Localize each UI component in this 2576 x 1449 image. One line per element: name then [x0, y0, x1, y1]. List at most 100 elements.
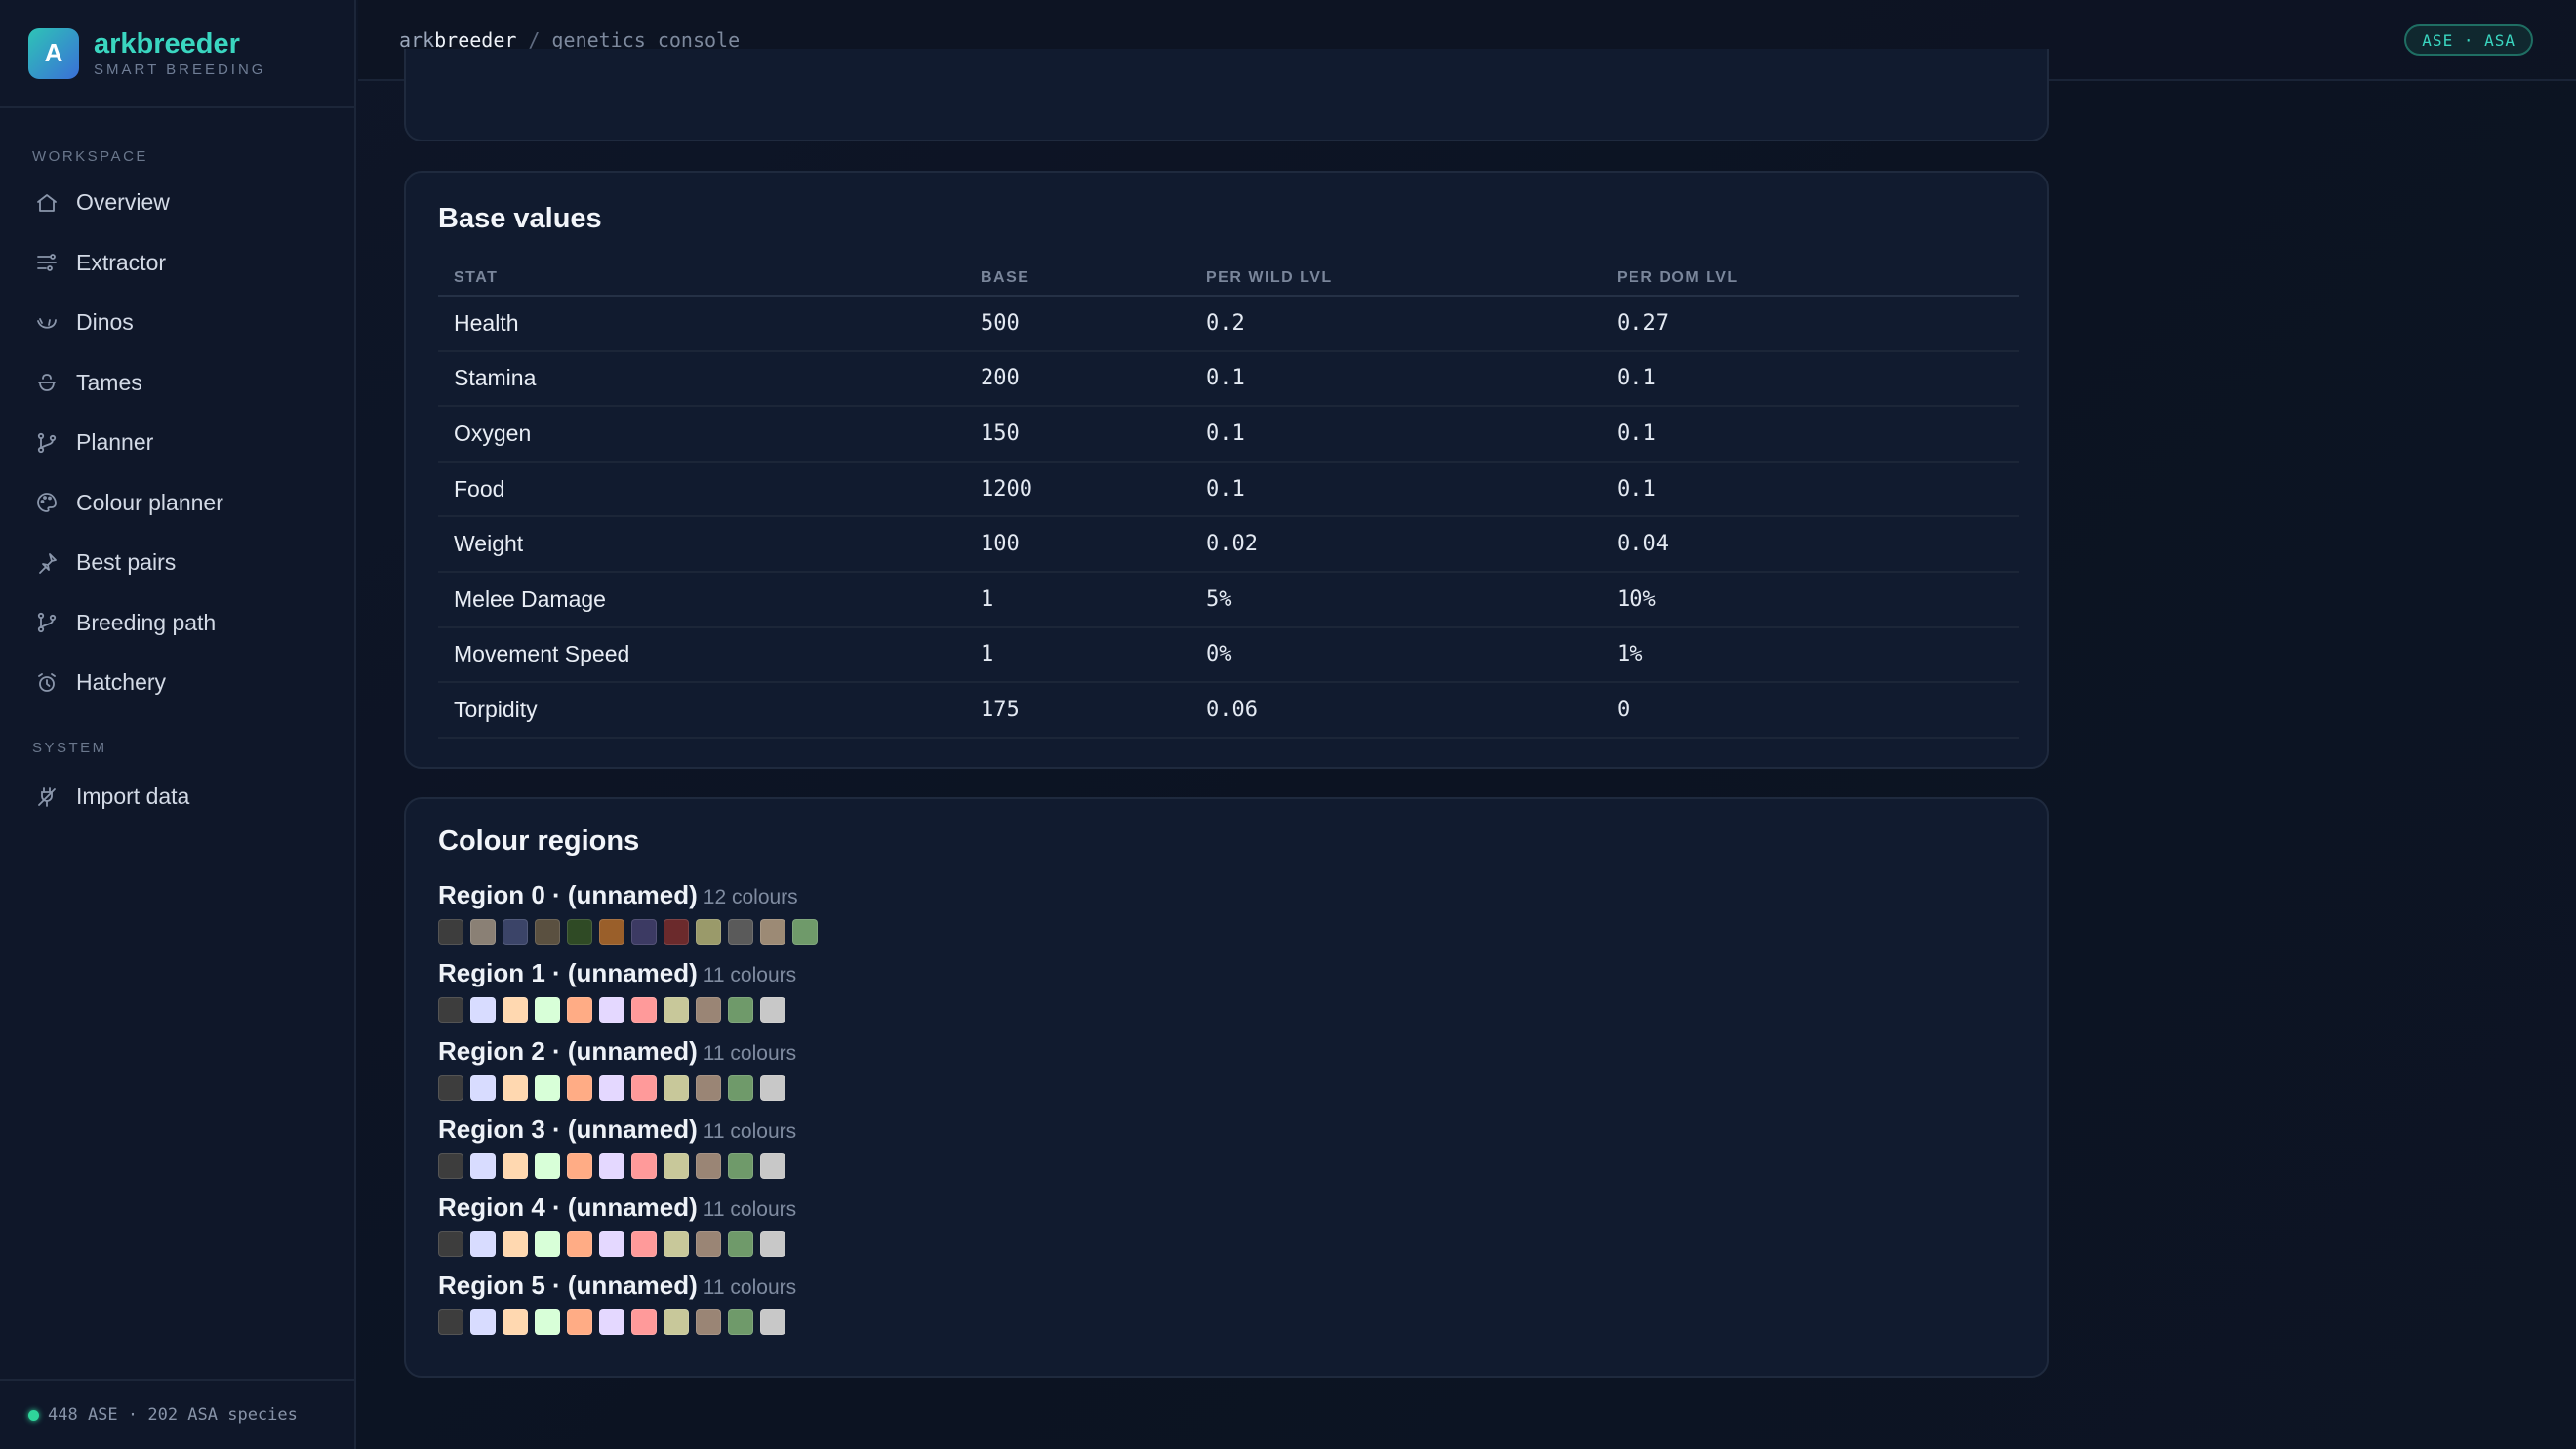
- sidebar-item-dinos[interactable]: Dinos: [0, 293, 356, 353]
- colour-swatch[interactable]: [631, 1075, 657, 1101]
- stat-per-dom: 1%: [1617, 642, 1643, 667]
- colour-swatch[interactable]: [760, 919, 785, 945]
- colour-swatch[interactable]: [664, 1153, 689, 1179]
- colour-swatch[interactable]: [567, 1309, 592, 1335]
- sidebar-item-best-pairs[interactable]: Best pairs: [0, 533, 356, 593]
- colour-swatch[interactable]: [631, 997, 657, 1023]
- colour-swatch[interactable]: [631, 1153, 657, 1179]
- colour-swatch[interactable]: [631, 919, 657, 945]
- stat-per-wild: 5%: [1206, 586, 1232, 612]
- breadcrumb-app[interactable]: arkbreeder: [399, 28, 516, 52]
- colour-swatch[interactable]: [503, 1153, 528, 1179]
- brand[interactable]: A arkbreeder SMART BREEDING: [0, 0, 354, 108]
- colour-swatch[interactable]: [535, 1153, 560, 1179]
- region-name: Region 5 · (unnamed): [438, 1270, 698, 1300]
- colour-swatch[interactable]: [599, 1231, 624, 1257]
- colour-swatch[interactable]: [696, 997, 721, 1023]
- stat-base: 175: [981, 697, 1020, 722]
- colour-swatch[interactable]: [599, 919, 624, 945]
- colour-swatch[interactable]: [599, 1309, 624, 1335]
- colour-swatch[interactable]: [567, 997, 592, 1023]
- colour-swatch[interactable]: [760, 1075, 785, 1101]
- colour-swatch[interactable]: [535, 997, 560, 1023]
- colour-swatch[interactable]: [470, 1231, 496, 1257]
- region-name: Region 4 · (unnamed): [438, 1192, 698, 1222]
- colour-swatch[interactable]: [438, 1075, 463, 1101]
- colour-swatch[interactable]: [696, 1075, 721, 1101]
- sidebar-item-colour-planner[interactable]: Colour planner: [0, 473, 356, 534]
- colour-swatch[interactable]: [503, 1075, 528, 1101]
- sidebar-item-overview[interactable]: Overview: [0, 173, 356, 233]
- region-colour-count: 11 colours: [703, 1276, 797, 1299]
- colour-swatch[interactable]: [567, 1153, 592, 1179]
- colour-swatch[interactable]: [535, 1231, 560, 1257]
- colour-swatch[interactable]: [438, 1231, 463, 1257]
- colour-swatch[interactable]: [728, 1231, 753, 1257]
- colour-swatch[interactable]: [728, 1153, 753, 1179]
- colour-swatch[interactable]: [664, 1075, 689, 1101]
- colour-region: Region 4 · (unnamed) 11 colours: [438, 1192, 825, 1270]
- colour-swatch[interactable]: [438, 1309, 463, 1335]
- colour-swatch[interactable]: [664, 1231, 689, 1257]
- sidebar-item-breeding-path[interactable]: Breeding path: [0, 593, 356, 654]
- colour-swatch[interactable]: [470, 1075, 496, 1101]
- stat-base: 1200: [981, 476, 1032, 502]
- colour-swatch[interactable]: [567, 1231, 592, 1257]
- stat-per-wild: 0.1: [1206, 476, 1245, 502]
- colour-swatch[interactable]: [535, 1309, 560, 1335]
- colour-swatch[interactable]: [728, 919, 753, 945]
- colour-swatch[interactable]: [696, 1309, 721, 1335]
- colour-swatch[interactable]: [438, 997, 463, 1023]
- colour-swatch[interactable]: [503, 919, 528, 945]
- species-status: 448 ASE · 202 ASA species: [48, 1405, 298, 1425]
- colour-swatch[interactable]: [470, 1153, 496, 1179]
- colour-swatch[interactable]: [760, 997, 785, 1023]
- colour-swatch[interactable]: [760, 1153, 785, 1179]
- colour-swatch[interactable]: [503, 1309, 528, 1335]
- colour-swatch[interactable]: [470, 919, 496, 945]
- colour-swatch[interactable]: [503, 1231, 528, 1257]
- colour-swatch[interactable]: [567, 919, 592, 945]
- game-version-badge[interactable]: ASE · ASA: [2404, 24, 2533, 56]
- colour-swatch[interactable]: [535, 919, 560, 945]
- colour-region: Region 5 · (unnamed) 11 colours: [438, 1270, 825, 1348]
- colour-swatch[interactable]: [792, 919, 818, 945]
- colour-swatch[interactable]: [470, 997, 496, 1023]
- colour-swatch[interactable]: [664, 997, 689, 1023]
- colour-swatch[interactable]: [535, 1075, 560, 1101]
- sidebar-item-hatchery[interactable]: Hatchery: [0, 653, 356, 713]
- sidebar-item-extractor[interactable]: Extractor: [0, 233, 356, 294]
- column-header-per-wild-lvl: PER WILD LVL: [1206, 268, 1333, 286]
- stat-per-wild: 0.06: [1206, 697, 1258, 722]
- stat-base: 1: [981, 586, 994, 612]
- colour-swatch[interactable]: [728, 1075, 753, 1101]
- colour-swatch[interactable]: [599, 1153, 624, 1179]
- colour-swatch[interactable]: [567, 1075, 592, 1101]
- colour-swatch[interactable]: [599, 997, 624, 1023]
- breadcrumb-page: genetics console: [551, 27, 741, 52]
- colour-swatch[interactable]: [631, 1309, 657, 1335]
- column-header-per-dom-lvl: PER DOM LVL: [1617, 268, 1739, 286]
- colour-swatch[interactable]: [599, 1075, 624, 1101]
- colour-swatch[interactable]: [438, 919, 463, 945]
- colour-swatch[interactable]: [631, 1231, 657, 1257]
- stat-base: 100: [981, 532, 1020, 557]
- colour-swatch[interactable]: [696, 1153, 721, 1179]
- sidebar-item-import-data[interactable]: Import data: [0, 767, 356, 827]
- dino-icon: [37, 317, 57, 329]
- colour-swatch[interactable]: [696, 919, 721, 945]
- colour-swatch[interactable]: [664, 1309, 689, 1335]
- sidebar-item-tames[interactable]: Tames: [0, 353, 356, 414]
- colour-swatch[interactable]: [438, 1153, 463, 1179]
- colour-swatch[interactable]: [728, 997, 753, 1023]
- colour-swatch[interactable]: [728, 1309, 753, 1335]
- colour-swatch[interactable]: [664, 919, 689, 945]
- sidebar-footer: 448 ASE · 202 ASA species: [0, 1379, 356, 1449]
- colour-swatch[interactable]: [470, 1309, 496, 1335]
- stat-base: 200: [981, 366, 1020, 391]
- colour-swatch[interactable]: [760, 1231, 785, 1257]
- colour-swatch[interactable]: [503, 997, 528, 1023]
- colour-swatch[interactable]: [760, 1309, 785, 1335]
- sidebar-item-planner[interactable]: Planner: [0, 413, 356, 473]
- colour-swatch[interactable]: [696, 1231, 721, 1257]
